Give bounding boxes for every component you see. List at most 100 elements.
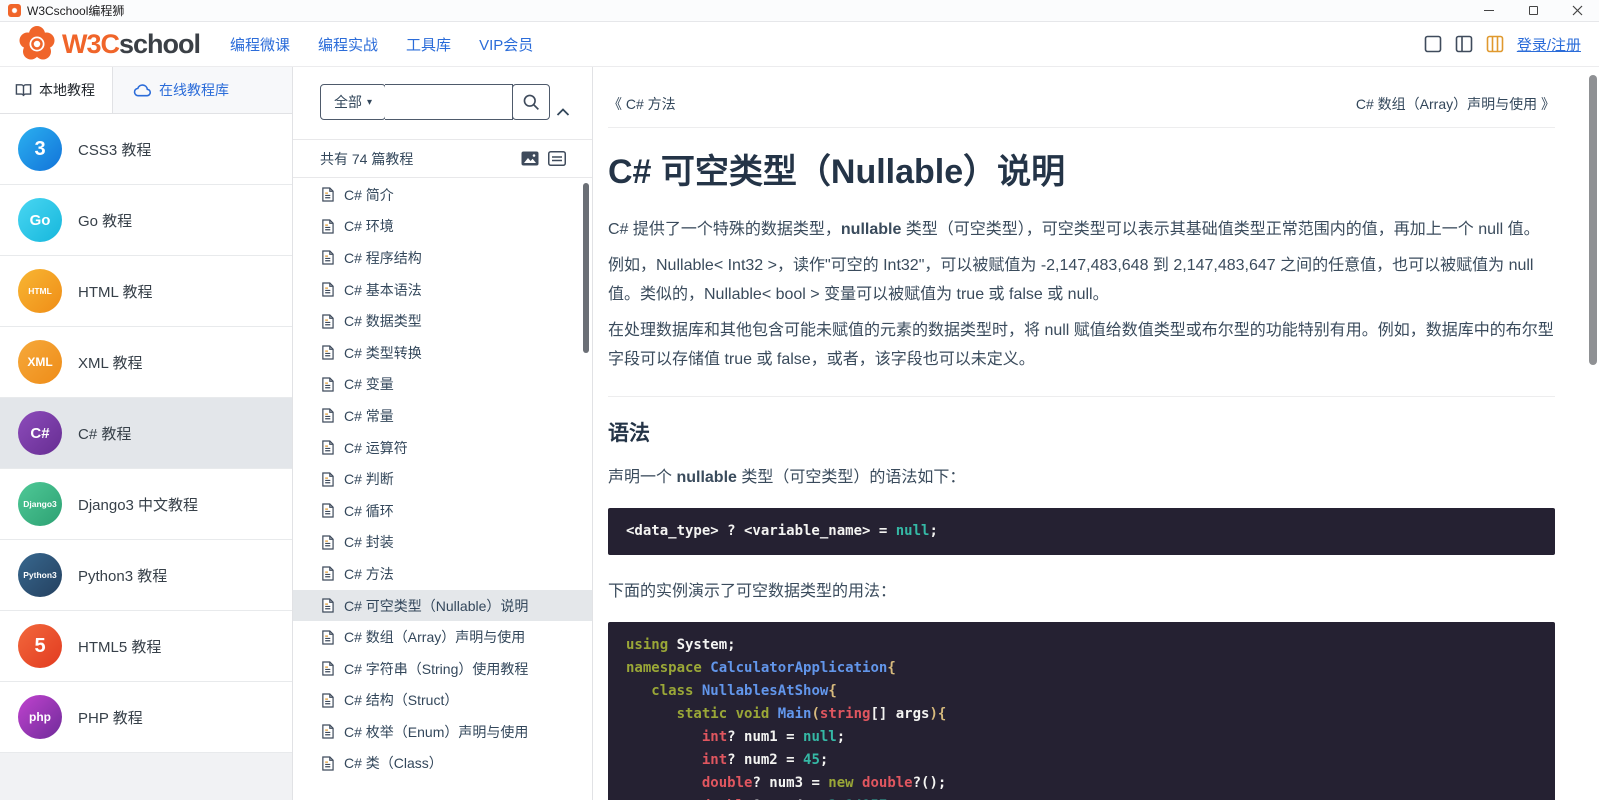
document-icon: [322, 566, 334, 582]
article-content: 《 C# 方法 C# 数组（Array）声明与使用 》 C# 可空类型（Null…: [593, 67, 1599, 800]
syntax-heading: 语法: [608, 422, 650, 445]
w3cschool-logo[interactable]: W3Cschool: [18, 25, 201, 63]
nav-link[interactable]: VIP会员: [479, 34, 533, 55]
chapter-list-item[interactable]: C# 数据类型: [293, 305, 592, 337]
chapter-list-item[interactable]: C# 循环: [293, 495, 592, 527]
app-header: W3Cschool 编程微课 编程实战 工具库 VIP会员 登录/注册: [0, 22, 1599, 67]
example-code-block: using System; namespace CalculatorApplica…: [608, 622, 1555, 800]
chapter-list-item[interactable]: C# 基本语法: [293, 274, 592, 306]
document-icon: [322, 345, 334, 360]
tab-local-tutorials[interactable]: 本地教程: [0, 67, 113, 113]
tutorial-icon: php: [18, 695, 62, 739]
tutorial-list-item[interactable]: 5 HTML5 教程: [0, 611, 292, 682]
tutorial-label: Django3 中文教程: [78, 496, 199, 514]
document-icon: [322, 535, 334, 550]
chapter-label: C# 基本语法: [344, 281, 422, 298]
chapter-list-item[interactable]: C# 变量: [293, 369, 592, 401]
chapter-panel: 全部 ▾ 共有 74 篇教程 C# 简介 C# 环境 C# 程序结构 C# 基本…: [293, 67, 593, 800]
tutorial-icon: XML: [18, 340, 62, 384]
w3cschool-flower-icon: [19, 26, 55, 60]
sidebar-tabs: 本地教程 在线教程库: [0, 67, 292, 114]
header-nav: 编程微课 编程实战 工具库 VIP会员: [230, 34, 533, 55]
next-chapter-link[interactable]: C# 数组（Array）声明与使用 》: [1356, 94, 1555, 114]
login-register-link[interactable]: 登录/注册: [1517, 34, 1581, 55]
chapter-label: C# 字符串（String）使用教程: [344, 660, 529, 677]
tab-online-library[interactable]: 在线教程库: [113, 67, 245, 113]
chapter-list-item[interactable]: C# 可空类型（Nullable）说明: [293, 589, 592, 622]
chapter-list-item[interactable]: C# 程序结构: [293, 242, 592, 274]
search-input[interactable]: [385, 84, 513, 120]
chapter-list-item[interactable]: C# 类（Class）: [293, 748, 592, 780]
tutorial-list-item[interactable]: 3 CSS3 教程: [0, 114, 292, 185]
chapter-list-item[interactable]: C# 常量: [293, 400, 592, 432]
window-title: W3Cschool编程狮: [27, 4, 125, 18]
paragraph: 在处理数据库和其他包含可能未赋值的元素的数据类型时，将 null 赋值给数值类型…: [608, 322, 1554, 368]
layout-two-column-icon[interactable]: [1455, 35, 1473, 53]
tutorial-icon: Go: [18, 198, 62, 242]
chapter-label: C# 枚举（Enum）声明与使用: [344, 723, 529, 740]
chapter-label: C# 判断: [344, 471, 394, 488]
app-icon: [8, 4, 21, 17]
search-button[interactable]: [512, 84, 550, 120]
chapter-list-item[interactable]: C# 环境: [293, 211, 592, 243]
layout-three-column-icon[interactable]: [1486, 35, 1504, 53]
chapter-list-item[interactable]: C# 运算符: [293, 432, 592, 464]
tutorial-list-item[interactable]: php PHP 教程: [0, 682, 292, 753]
chapter-label: C# 类型转换: [344, 344, 422, 361]
document-icon: [322, 661, 334, 676]
minimize-button[interactable]: [1467, 0, 1511, 21]
close-button[interactable]: [1555, 0, 1599, 21]
content-scrollbar-thumb[interactable]: [1589, 75, 1597, 365]
chapter-list-item[interactable]: C# 简介: [293, 179, 592, 211]
restore-icon: [1528, 3, 1543, 15]
tutorial-list: 3 CSS3 教程 Go Go 教程 HTML HTML 教程 XML XML …: [0, 114, 292, 753]
filter-dropdown[interactable]: 全部 ▾: [320, 84, 386, 120]
prev-chapter-link[interactable]: 《 C# 方法: [608, 94, 676, 114]
text-mode-icon[interactable]: [548, 151, 566, 166]
tutorial-list-item[interactable]: HTML HTML 教程: [0, 256, 292, 327]
chapter-list-item[interactable]: C# 方法: [293, 558, 592, 590]
chapter-label: C# 封装: [344, 534, 394, 551]
document-icon: [322, 250, 334, 266]
document-icon: [322, 314, 334, 329]
chapter-label: C# 可空类型（Nullable）说明: [344, 597, 529, 614]
tutorial-list-item[interactable]: C# C# 教程: [0, 398, 292, 469]
nav-link[interactable]: 编程实战: [318, 34, 378, 55]
chapter-list-item[interactable]: C# 类型转换: [293, 337, 592, 369]
chapter-label: C# 类（Class）: [344, 755, 443, 772]
chapter-list-item[interactable]: C# 字符串（String）使用教程: [293, 653, 592, 685]
chapter-count-row: 共有 74 篇教程: [293, 140, 592, 178]
chapter-label: C# 环境: [344, 218, 394, 235]
chapter-list-item[interactable]: C# 数组（Array）声明与使用: [293, 621, 592, 653]
tutorial-label: CSS3 教程: [78, 141, 152, 159]
syntax-code-block: <data_type> ? <variable_name> = null;: [608, 508, 1555, 555]
layout-single-icon[interactable]: [1424, 35, 1442, 53]
tutorial-list-item[interactable]: Python3 Python3 教程: [0, 540, 292, 611]
collapse-button[interactable]: [550, 84, 576, 139]
document-icon: [322, 724, 334, 739]
chapter-list-item[interactable]: C# 枚举（Enum）声明与使用: [293, 716, 592, 748]
tutorial-label: C# 教程: [78, 425, 132, 443]
tutorial-label: PHP 教程: [78, 709, 143, 727]
document-icon: [322, 598, 334, 613]
tutorial-list-item[interactable]: Django3 Django3 中文教程: [0, 469, 292, 540]
chapter-list-item[interactable]: C# 封装: [293, 527, 592, 559]
document-icon: [322, 219, 334, 234]
tutorial-list-item[interactable]: Go Go 教程: [0, 185, 292, 256]
chapter-label: C# 数组（Array）声明与使用: [344, 629, 526, 646]
nav-link[interactable]: 工具库: [406, 34, 451, 55]
document-icon: [322, 408, 334, 424]
chapter-label: C# 程序结构: [344, 249, 422, 266]
chapter-list-item[interactable]: C# 结构（Struct）: [293, 685, 592, 717]
tutorial-list-item[interactable]: XML XML 教程: [0, 327, 292, 398]
chapter-scrollbar-thumb[interactable]: [583, 183, 589, 353]
chapter-list-item[interactable]: C# 判断: [293, 463, 592, 495]
document-icon: [322, 630, 334, 645]
document-icon: [322, 187, 334, 202]
book-icon: [15, 83, 32, 96]
page-title: C# 可空类型（Nullable）说明: [608, 153, 1066, 191]
window-titlebar: W3Cschool编程狮: [0, 0, 1599, 22]
image-mode-icon[interactable]: [521, 151, 539, 166]
nav-link[interactable]: 编程微课: [230, 34, 290, 55]
restore-button[interactable]: [1511, 0, 1555, 21]
